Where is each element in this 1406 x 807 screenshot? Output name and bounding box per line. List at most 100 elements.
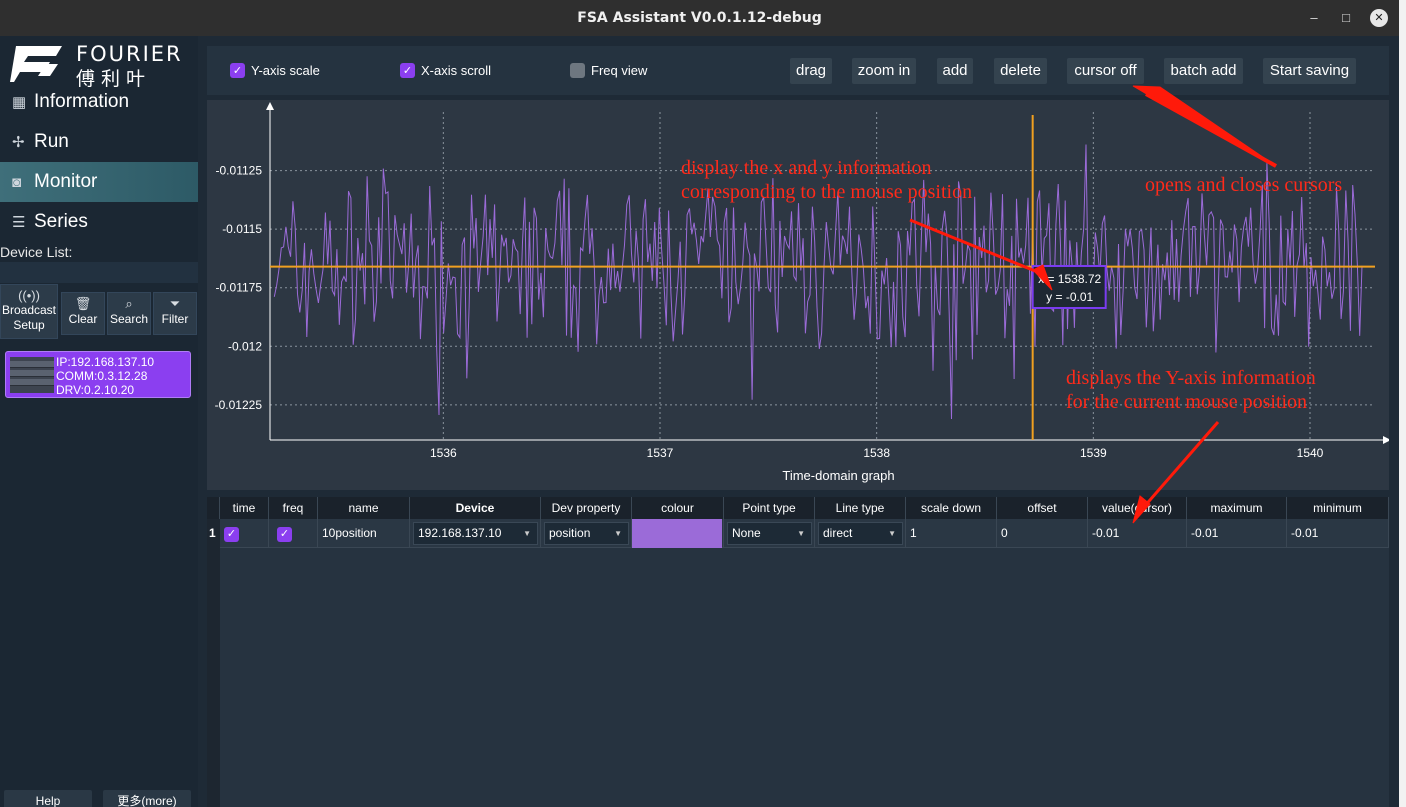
actuator-image: [10, 357, 54, 393]
broadcast-setup-button[interactable]: ((•)) Broadcast Setup: [0, 284, 58, 339]
column-header[interactable]: maximum: [1187, 497, 1287, 519]
trash-icon: 🗑: [74, 296, 92, 311]
x-tick-label: 1536: [430, 446, 457, 460]
x-axis-label: Time-domain graph: [782, 468, 894, 483]
table-row[interactable]: ✓ ✓ 10position 192.168.137.10 ▼ position…: [220, 519, 1389, 548]
y-axis-scale-label: Y-axis scale: [251, 63, 320, 78]
nav-series-label: Series: [34, 211, 88, 232]
device-select[interactable]: 192.168.137.10 ▼: [413, 522, 538, 545]
y-tick-label: -0.01225: [215, 398, 263, 412]
nav-run[interactable]: ✢ Run: [0, 122, 198, 162]
more-button[interactable]: 更多(more): [103, 790, 191, 807]
column-header[interactable]: name: [318, 497, 410, 519]
column-header[interactable]: offset: [997, 497, 1088, 519]
filter-icon: ⏷: [169, 296, 181, 311]
add-button[interactable]: add: [937, 58, 973, 84]
freq-cell[interactable]: ✓: [269, 519, 318, 548]
clear-button[interactable]: 🗑 Clear: [61, 292, 105, 335]
minimize-button[interactable]: –: [1305, 9, 1323, 27]
column-header[interactable]: Point type: [724, 497, 815, 519]
dev-property-select[interactable]: position ▼: [544, 522, 629, 545]
column-header[interactable]: freq: [269, 497, 318, 519]
x-axis-arrow: [1383, 436, 1389, 444]
minimum-cell: -0.01: [1287, 519, 1389, 548]
device-filter-input[interactable]: [0, 262, 198, 283]
close-button[interactable]: ✕: [1370, 9, 1388, 27]
line-type-select[interactable]: direct ▼: [818, 522, 903, 545]
help-button[interactable]: Help: [4, 790, 92, 807]
point-type-select[interactable]: None ▼: [727, 522, 812, 545]
sliders-icon: ☰: [12, 214, 26, 231]
annotation-y-info-line1: displays the Y-axis information: [1066, 367, 1316, 389]
column-header[interactable]: colour: [632, 497, 724, 519]
fan-icon: ✢: [12, 134, 25, 151]
row-header-column: [207, 519, 220, 807]
x-tick-label: 1540: [1297, 446, 1324, 460]
time-cell[interactable]: ✓: [220, 519, 269, 548]
device-cell[interactable]: 192.168.137.10 ▼: [410, 519, 541, 548]
start-saving-button[interactable]: Start saving: [1263, 58, 1356, 84]
freq-view-checkbox[interactable]: Freq view: [570, 63, 647, 78]
line-type-cell[interactable]: direct ▼: [815, 519, 906, 548]
clear-label: Clear: [68, 312, 98, 326]
colour-swatch[interactable]: [632, 519, 722, 548]
cursor-off-button[interactable]: cursor off: [1067, 58, 1144, 84]
column-header[interactable]: Device: [410, 497, 541, 519]
nav-information[interactable]: ▦ Information: [0, 82, 198, 122]
monitor-icon: ◙: [12, 173, 22, 191]
y-tick-label: -0.01175: [216, 281, 263, 295]
point-type-cell[interactable]: None ▼: [724, 519, 815, 548]
zoom-in-button[interactable]: zoom in: [852, 58, 916, 84]
delete-button[interactable]: delete: [994, 58, 1047, 84]
column-header[interactable]: Dev property: [541, 497, 632, 519]
annotation-cursor-info-line2: corresponding to the mouse position: [681, 181, 973, 203]
checkbox-checked-icon: ✓: [230, 63, 245, 78]
tooltip-x-value: x = 1538.72: [1038, 272, 1101, 286]
name-cell[interactable]: 10position: [318, 519, 410, 548]
device-list-label: Device List:: [0, 244, 73, 260]
time-checkbox[interactable]: ✓: [224, 527, 239, 542]
series-table: time freq name Device Dev property colou…: [207, 497, 1389, 807]
checkbox-checked-icon: ✓: [400, 63, 415, 78]
chevron-down-icon: ▼: [614, 529, 622, 538]
freq-checkbox[interactable]: ✓: [277, 527, 292, 542]
column-header[interactable]: minimum: [1287, 497, 1389, 519]
scale-down-cell[interactable]: 1: [906, 519, 997, 548]
nav-run-label: Run: [34, 131, 69, 152]
filter-button[interactable]: ⏷ Filter: [153, 292, 197, 335]
device-card[interactable]: IP:192.168.137.10 COMM:0.3.12.28 DRV:0.2…: [5, 351, 191, 398]
search-button[interactable]: ⌕ Search: [107, 292, 151, 335]
search-label: Search: [109, 312, 149, 326]
x-tick-label: 1537: [647, 446, 674, 460]
drag-button[interactable]: drag: [790, 58, 832, 84]
x-axis-scroll-checkbox[interactable]: ✓ X-axis scroll: [400, 63, 491, 78]
y-tick-label: -0.012: [228, 339, 262, 353]
column-header[interactable]: scale down: [906, 497, 997, 519]
nav-series[interactable]: ☰ Series: [0, 202, 198, 242]
y-tick-label: -0.0115: [222, 222, 262, 236]
broadcast-icon: ((•)): [18, 288, 40, 303]
device-info: IP:192.168.137.10 COMM:0.3.12.28 DRV:0.2…: [56, 355, 154, 397]
x-axis-scroll-label: X-axis scroll: [421, 63, 492, 78]
sidebar: FOURIER 傅利叶 ▦ Information ✢ Run ◙ Monito…: [0, 36, 198, 807]
annotation-cursor-info-line1: display the x and y information: [681, 157, 932, 179]
device-select-value: 192.168.137.10: [418, 526, 502, 540]
maximize-button[interactable]: □: [1337, 9, 1355, 27]
title-bar: FSA Assistant V0.0.1.12-debug – □ ✕: [0, 0, 1399, 36]
y-tick-label: -0.01125: [216, 164, 263, 178]
y-axis-scale-checkbox[interactable]: ✓ Y-axis scale: [230, 63, 320, 78]
window-title: FSA Assistant V0.0.1.12-debug: [577, 10, 822, 26]
batch-add-button[interactable]: batch add: [1164, 58, 1243, 84]
dev-property-value: position: [549, 526, 591, 540]
column-header[interactable]: Line type: [815, 497, 906, 519]
nav-monitor[interactable]: ◙ Monitor: [0, 162, 198, 202]
column-header[interactable]: time: [220, 497, 269, 519]
dev-property-cell[interactable]: position ▼: [541, 519, 632, 548]
maximum-cell: -0.01: [1187, 519, 1287, 548]
checkbox-unchecked-icon: [570, 63, 585, 78]
offset-cell[interactable]: 0: [997, 519, 1088, 548]
filter-label: Filter: [161, 312, 189, 326]
colour-cell[interactable]: [632, 519, 724, 548]
tooltip-y-value: y = -0.01: [1046, 290, 1093, 304]
column-header[interactable]: value(cursor): [1088, 497, 1187, 519]
